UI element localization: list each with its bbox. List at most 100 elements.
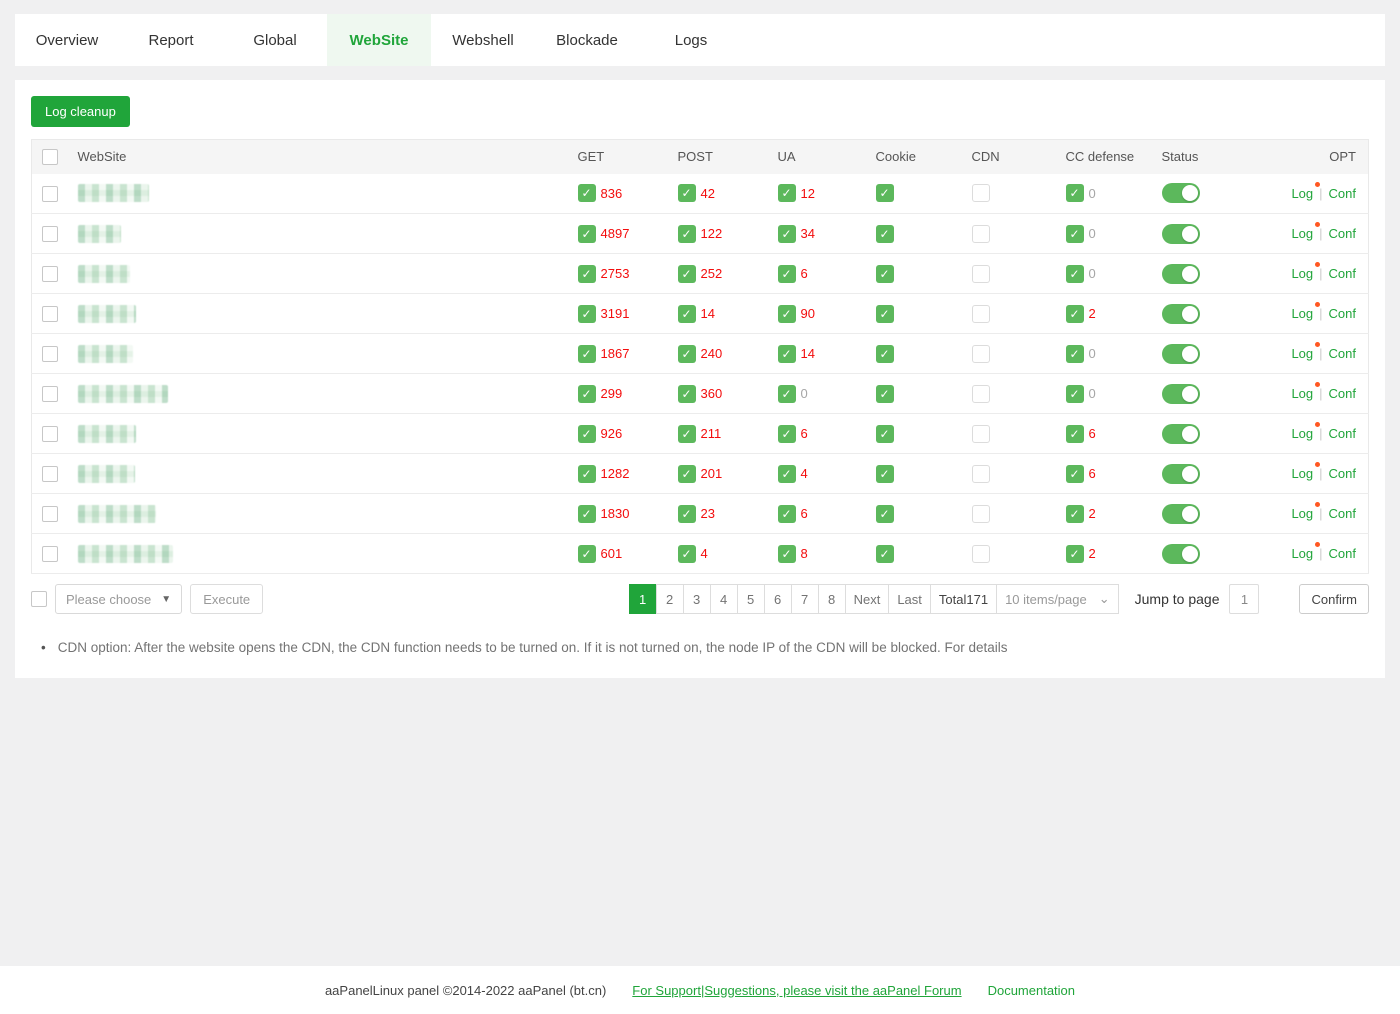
get-check-icon[interactable]: ✓ [578, 385, 596, 403]
status-toggle-on[interactable] [1162, 504, 1200, 524]
conf-link[interactable]: Conf [1329, 386, 1356, 401]
row-checkbox[interactable] [42, 186, 58, 202]
ua-check-icon[interactable]: ✓ [778, 305, 796, 323]
ua-check-icon[interactable]: ✓ [778, 465, 796, 483]
cc-defense-check-icon[interactable]: ✓ [1066, 225, 1084, 243]
cdn-checkbox-unchecked[interactable] [972, 385, 990, 403]
documentation-link[interactable]: Documentation [988, 983, 1075, 998]
conf-link[interactable]: Conf [1329, 306, 1356, 321]
ua-check-icon[interactable]: ✓ [778, 184, 796, 202]
log-cleanup-button[interactable]: Log cleanup [31, 96, 130, 127]
page-button-5[interactable]: 5 [737, 584, 765, 614]
cookie-check-icon[interactable]: ✓ [876, 385, 894, 403]
status-toggle-on[interactable] [1162, 264, 1200, 284]
status-toggle-on[interactable] [1162, 464, 1200, 484]
status-toggle-on[interactable] [1162, 544, 1200, 564]
cc-defense-check-icon[interactable]: ✓ [1066, 545, 1084, 563]
conf-link[interactable]: Conf [1329, 186, 1356, 201]
last-page-button[interactable]: Last [888, 584, 931, 614]
status-toggle-on[interactable] [1162, 183, 1200, 203]
conf-link[interactable]: Conf [1329, 426, 1356, 441]
post-check-icon[interactable]: ✓ [678, 425, 696, 443]
items-per-page-select[interactable]: 10 items/page⌄ [996, 584, 1119, 614]
get-check-icon[interactable]: ✓ [578, 225, 596, 243]
ua-check-icon[interactable]: ✓ [778, 225, 796, 243]
page-button-8[interactable]: 8 [818, 584, 846, 614]
select-all-checkbox[interactable] [42, 149, 58, 165]
log-link[interactable]: Log [1291, 386, 1313, 401]
cc-defense-check-icon[interactable]: ✓ [1066, 425, 1084, 443]
tab-webshell[interactable]: Webshell [431, 14, 535, 66]
cdn-checkbox-unchecked[interactable] [972, 345, 990, 363]
cc-defense-check-icon[interactable]: ✓ [1066, 265, 1084, 283]
row-checkbox[interactable] [42, 346, 58, 362]
ua-check-icon[interactable]: ✓ [778, 345, 796, 363]
cc-defense-check-icon[interactable]: ✓ [1066, 465, 1084, 483]
post-check-icon[interactable]: ✓ [678, 225, 696, 243]
post-check-icon[interactable]: ✓ [678, 385, 696, 403]
conf-link[interactable]: Conf [1329, 266, 1356, 281]
cc-defense-check-icon[interactable]: ✓ [1066, 345, 1084, 363]
confirm-button[interactable]: Confirm [1299, 584, 1369, 614]
execute-button[interactable]: Execute [190, 584, 263, 614]
row-checkbox[interactable] [42, 546, 58, 562]
cdn-checkbox-unchecked[interactable] [972, 305, 990, 323]
cdn-checkbox-unchecked[interactable] [972, 425, 990, 443]
cc-defense-check-icon[interactable]: ✓ [1066, 305, 1084, 323]
cookie-check-icon[interactable]: ✓ [876, 505, 894, 523]
cdn-checkbox-unchecked[interactable] [972, 265, 990, 283]
log-link[interactable]: Log [1291, 466, 1313, 481]
post-check-icon[interactable]: ✓ [678, 545, 696, 563]
cdn-checkbox-unchecked[interactable] [972, 505, 990, 523]
cookie-check-icon[interactable]: ✓ [876, 305, 894, 323]
page-button-1[interactable]: 1 [629, 584, 657, 614]
page-button-7[interactable]: 7 [791, 584, 819, 614]
tab-website[interactable]: WebSite [327, 14, 431, 66]
next-page-button[interactable]: Next [845, 584, 890, 614]
row-checkbox[interactable] [42, 226, 58, 242]
get-check-icon[interactable]: ✓ [578, 345, 596, 363]
conf-link[interactable]: Conf [1329, 506, 1356, 521]
log-link[interactable]: Log [1291, 546, 1313, 561]
cc-defense-check-icon[interactable]: ✓ [1066, 184, 1084, 202]
support-forum-link[interactable]: For Support|Suggestions, please visit th… [632, 983, 961, 998]
log-link[interactable]: Log [1291, 346, 1313, 361]
status-toggle-on[interactable] [1162, 224, 1200, 244]
page-button-3[interactable]: 3 [683, 584, 711, 614]
cookie-check-icon[interactable]: ✓ [876, 225, 894, 243]
log-link[interactable]: Log [1291, 186, 1313, 201]
page-button-4[interactable]: 4 [710, 584, 738, 614]
status-toggle-on[interactable] [1162, 384, 1200, 404]
ua-check-icon[interactable]: ✓ [778, 425, 796, 443]
get-check-icon[interactable]: ✓ [578, 265, 596, 283]
post-check-icon[interactable]: ✓ [678, 505, 696, 523]
tab-blockade[interactable]: Blockade [535, 14, 639, 66]
page-button-6[interactable]: 6 [764, 584, 792, 614]
tab-global[interactable]: Global [223, 14, 327, 66]
get-check-icon[interactable]: ✓ [578, 545, 596, 563]
conf-link[interactable]: Conf [1329, 466, 1356, 481]
get-check-icon[interactable]: ✓ [578, 505, 596, 523]
post-check-icon[interactable]: ✓ [678, 345, 696, 363]
row-checkbox[interactable] [42, 266, 58, 282]
log-link[interactable]: Log [1291, 506, 1313, 521]
bulk-select-checkbox[interactable] [31, 591, 47, 607]
conf-link[interactable]: Conf [1329, 346, 1356, 361]
get-check-icon[interactable]: ✓ [578, 465, 596, 483]
cdn-checkbox-unchecked[interactable] [972, 465, 990, 483]
jump-page-input[interactable] [1229, 584, 1259, 614]
get-check-icon[interactable]: ✓ [578, 425, 596, 443]
post-check-icon[interactable]: ✓ [678, 184, 696, 202]
cc-defense-check-icon[interactable]: ✓ [1066, 505, 1084, 523]
row-checkbox[interactable] [42, 426, 58, 442]
log-link[interactable]: Log [1291, 426, 1313, 441]
cookie-check-icon[interactable]: ✓ [876, 545, 894, 563]
ua-check-icon[interactable]: ✓ [778, 265, 796, 283]
page-button-2[interactable]: 2 [656, 584, 684, 614]
cookie-check-icon[interactable]: ✓ [876, 425, 894, 443]
get-check-icon[interactable]: ✓ [578, 305, 596, 323]
tab-report[interactable]: Report [119, 14, 223, 66]
status-toggle-on[interactable] [1162, 304, 1200, 324]
row-checkbox[interactable] [42, 386, 58, 402]
cc-defense-check-icon[interactable]: ✓ [1066, 385, 1084, 403]
